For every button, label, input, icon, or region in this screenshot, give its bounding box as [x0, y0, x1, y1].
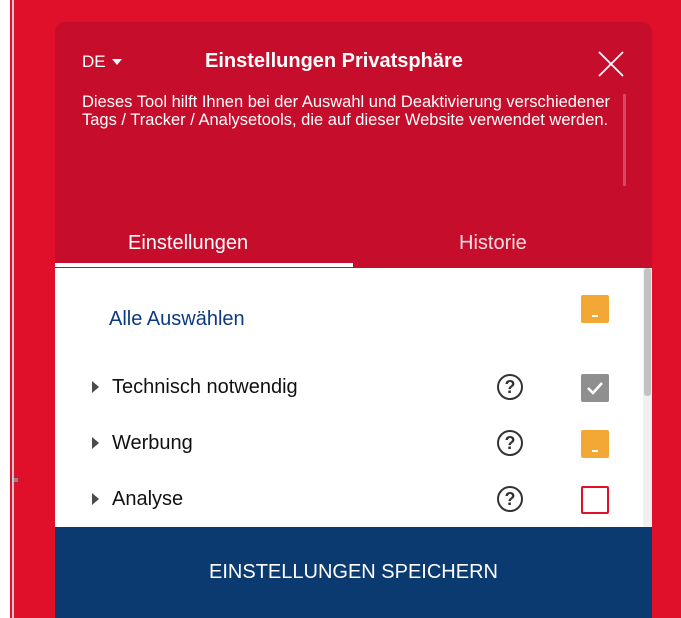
caret-down-icon	[111, 59, 122, 65]
modal-description: Dieses Tool hilft Ihnen bei der Auswahl …	[82, 94, 612, 194]
category-label[interactable]: Technisch notwendig	[112, 376, 298, 399]
page-divider	[12, 0, 14, 618]
page-left-edge	[0, 0, 10, 618]
modal-header: DE Einstellungen Privatsphäre Dieses Too…	[55, 22, 652, 272]
help-icon[interactable]: ?	[497, 486, 523, 512]
description-text: Dieses Tool hilft Ihnen bei der Auswahl …	[82, 94, 611, 129]
category-row-analyse: Analyse ?	[55, 481, 652, 521]
page-marker	[14, 478, 18, 482]
category-checkbox-technisch[interactable]	[581, 374, 609, 402]
language-selector[interactable]: DE	[82, 52, 122, 72]
panel-scrollbar-thumb[interactable]	[644, 268, 651, 396]
save-settings-button[interactable]: EINSTELLUNGEN SPEICHERN	[55, 527, 652, 618]
help-icon[interactable]: ?	[497, 374, 523, 400]
settings-panel: Alle Auswählen Technisch notwendig ? Wer…	[55, 268, 652, 527]
expand-arrow-icon[interactable]	[92, 493, 99, 505]
category-checkbox-analyse[interactable]	[581, 486, 609, 514]
expand-arrow-icon[interactable]	[92, 437, 99, 449]
category-checkbox-werbung[interactable]	[581, 430, 609, 458]
active-tab-indicator	[55, 263, 353, 267]
category-row-technisch: Technisch notwendig ?	[55, 369, 652, 409]
privacy-settings-modal: DE Einstellungen Privatsphäre Dieses Too…	[55, 22, 652, 618]
category-label[interactable]: Analyse	[112, 488, 183, 511]
tab-historie[interactable]: Historie	[459, 232, 527, 255]
expand-arrow-icon[interactable]	[92, 381, 99, 393]
checkmark-icon	[587, 382, 603, 395]
close-icon[interactable]	[595, 48, 627, 80]
select-all-checkbox[interactable]	[581, 295, 609, 323]
language-label: DE	[82, 52, 106, 71]
description-scrollbar[interactable]	[623, 94, 626, 186]
category-row-werbung: Werbung ?	[55, 425, 652, 465]
tab-einstellungen[interactable]: Einstellungen	[128, 232, 248, 255]
modal-title: Einstellungen Privatsphäre	[205, 50, 463, 72]
select-all-link[interactable]: Alle Auswählen	[109, 308, 245, 331]
category-label[interactable]: Werbung	[112, 432, 193, 455]
help-icon[interactable]: ?	[497, 430, 523, 456]
